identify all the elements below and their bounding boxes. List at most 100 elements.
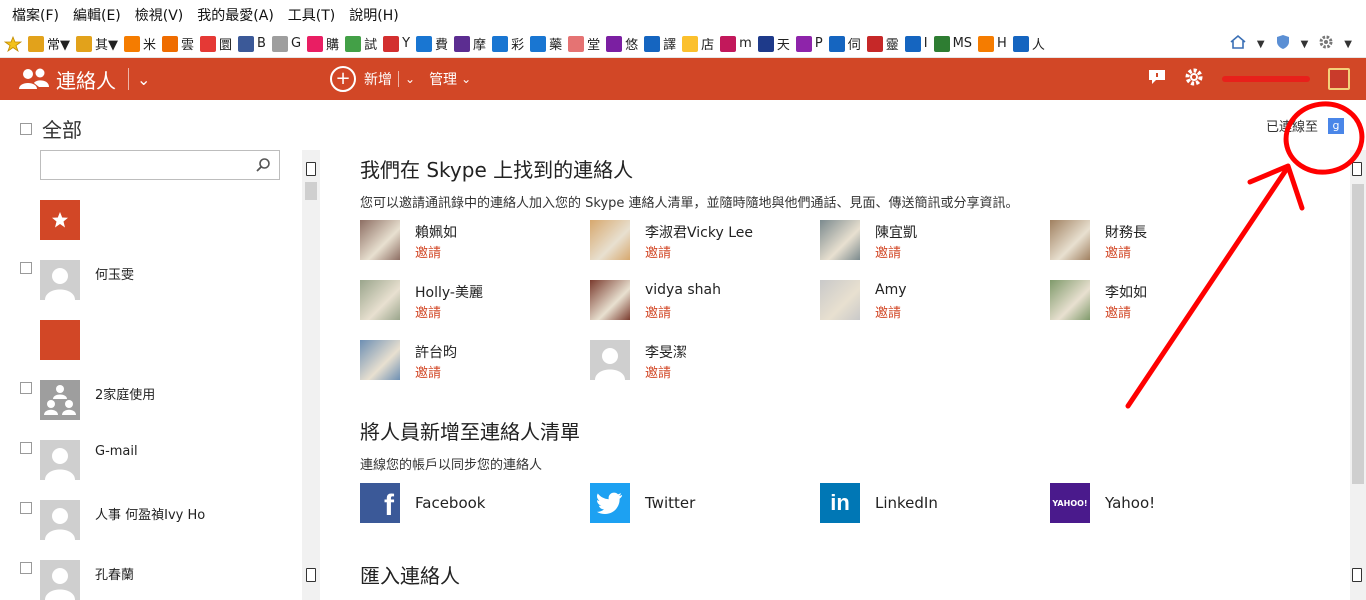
invite-link[interactable]: 邀請 xyxy=(1105,302,1131,321)
scrollbar-thumb[interactable] xyxy=(1352,184,1364,484)
menu-favorites[interactable]: 我的最愛(A) xyxy=(191,5,280,25)
menu-edit[interactable]: 編輯(E) xyxy=(67,5,127,25)
scroll-up-icon[interactable] xyxy=(1352,162,1362,176)
favorite-link[interactable]: 其▼ xyxy=(76,34,118,53)
menu-view[interactable]: 檢視(V) xyxy=(129,5,190,25)
browser-toolbar-right: ▼ ▼ ▼ xyxy=(1229,34,1352,54)
favorite-link[interactable]: 米 xyxy=(124,34,156,53)
favorite-link[interactable]: Y xyxy=(383,35,410,52)
favorite-link[interactable]: 人 xyxy=(1012,34,1045,53)
contact-row[interactable]: 2家庭使用 xyxy=(20,380,155,420)
contact-row[interactable]: 人事 何盈禎Ivy Ho xyxy=(20,500,205,540)
favorite-link[interactable]: MS xyxy=(933,35,972,52)
favorite-link[interactable]: H xyxy=(978,35,1007,52)
favorite-link[interactable]: 試 xyxy=(345,34,377,53)
select-all[interactable]: 全部 xyxy=(20,114,82,143)
feedback-icon[interactable] xyxy=(1148,69,1166,89)
select-all-checkbox[interactable] xyxy=(20,122,32,135)
chevron-down-icon[interactable]: ▼ xyxy=(1301,39,1309,50)
main-scrollbar[interactable] xyxy=(1350,150,1366,600)
gear-icon[interactable] xyxy=(1318,34,1334,54)
contact-checkbox[interactable] xyxy=(20,502,32,514)
manage-button[interactable]: 管理 xyxy=(429,69,457,89)
scrollbar-thumb[interactable] xyxy=(305,182,317,200)
favorite-link[interactable]: 靈 xyxy=(866,34,899,53)
settings-gear-icon[interactable] xyxy=(1184,67,1204,91)
contact-row[interactable]: G-mail xyxy=(20,440,138,480)
new-button[interactable]: 新增 xyxy=(364,69,392,89)
favorite-label: 試 xyxy=(364,38,378,53)
favorite-link[interactable]: 購 xyxy=(307,34,339,53)
skype-contact-card: 李淑君Vicky Lee 邀請 xyxy=(590,220,810,264)
contact-checkbox[interactable] xyxy=(20,382,32,394)
skype-contact-name: 李如如 xyxy=(1105,285,1147,301)
favorite-link[interactable]: 天 xyxy=(757,34,790,53)
chevron-down-icon[interactable]: ▼ xyxy=(1257,39,1265,50)
twitter-connect[interactable]: Twitter xyxy=(590,483,695,523)
invite-link[interactable]: 邀請 xyxy=(645,242,671,261)
redacted-user-name[interactable] xyxy=(1222,76,1310,82)
contact-checkbox[interactable] xyxy=(20,442,32,454)
search-icon[interactable] xyxy=(255,157,271,173)
favicon-icon xyxy=(828,35,845,52)
skype-contact-name: 李淑君Vicky Lee xyxy=(645,225,753,241)
favorite-link[interactable]: 伺 xyxy=(828,34,861,53)
invite-link[interactable]: 邀請 xyxy=(1105,242,1131,261)
invite-link[interactable]: 邀請 xyxy=(415,302,441,321)
favorite-link[interactable]: 雲 xyxy=(162,34,194,53)
favorite-link[interactable]: P xyxy=(795,35,823,52)
menu-file[interactable]: 檔案(F) xyxy=(6,5,65,25)
chevron-down-icon[interactable]: ⌄ xyxy=(405,72,415,86)
yahoo-connect[interactable]: YAHOO! Yahoo! xyxy=(1050,483,1155,523)
favorite-link[interactable]: 藥 xyxy=(530,34,562,53)
app-brand[interactable]: 連絡人 ⌄ xyxy=(18,58,150,100)
favorite-link[interactable]: B xyxy=(238,35,266,52)
invite-link[interactable]: 邀請 xyxy=(645,302,671,321)
contact-row[interactable]: 孔春蘭 xyxy=(20,560,134,600)
favorite-link[interactable]: 費 xyxy=(416,34,448,53)
favorite-link[interactable]: m xyxy=(720,35,752,52)
favorite-link[interactable]: 悠 xyxy=(606,34,638,53)
favorite-link[interactable]: G xyxy=(271,35,301,52)
contact-checkbox[interactable] xyxy=(20,562,32,574)
menu-tools[interactable]: 工具(T) xyxy=(282,5,341,25)
home-icon[interactable] xyxy=(1229,34,1247,54)
chevron-down-icon[interactable]: ▼ xyxy=(1344,39,1352,50)
favorites-star-icon[interactable] xyxy=(4,35,22,52)
search-input[interactable] xyxy=(41,151,241,179)
scroll-up-icon[interactable] xyxy=(306,162,316,176)
contact-checkbox[interactable] xyxy=(20,262,32,274)
favorite-link[interactable]: 堂 xyxy=(568,34,600,53)
invite-link[interactable]: 邀請 xyxy=(415,242,441,261)
favorites-tile[interactable] xyxy=(40,200,80,240)
menu-help[interactable]: 說明(H) xyxy=(343,5,404,25)
invite-link[interactable]: 邀請 xyxy=(875,242,901,261)
chevron-down-icon[interactable]: ⌄ xyxy=(461,72,471,86)
google-badge[interactable]: g xyxy=(1328,117,1344,134)
favorite-link[interactable]: I xyxy=(904,35,928,52)
chevron-down-icon[interactable]: ⌄ xyxy=(137,70,150,89)
invite-link[interactable]: 邀請 xyxy=(415,362,441,381)
favorite-link[interactable]: 摩 xyxy=(454,34,486,53)
favorite-link[interactable]: 圜 xyxy=(200,34,232,53)
sidebar-scrollbar[interactable] xyxy=(302,150,320,600)
favorite-link[interactable]: 譯 xyxy=(644,34,676,53)
scroll-down-icon[interactable] xyxy=(306,568,316,582)
facebook-connect[interactable]: f Facebook xyxy=(360,483,485,523)
user-avatar[interactable] xyxy=(1328,68,1350,90)
shield-icon[interactable] xyxy=(1275,34,1291,54)
favorite-link[interactable]: 店 xyxy=(682,34,714,53)
invite-link[interactable]: 邀請 xyxy=(645,362,671,381)
skype-contact-card: 陳宜凱 邀請 xyxy=(820,220,1040,264)
skype-contact-name: 財務長 xyxy=(1105,225,1147,241)
favorite-link[interactable]: 彩 xyxy=(492,34,524,53)
contact-row[interactable]: 何玉雯 xyxy=(20,260,134,300)
invite-link[interactable]: 邀請 xyxy=(875,302,901,321)
linkedin-connect[interactable]: in LinkedIn xyxy=(820,483,938,523)
favorite-label: 天 xyxy=(776,38,790,53)
add-icon[interactable]: + xyxy=(330,66,356,92)
favorite-link[interactable]: 常▼ xyxy=(28,34,70,53)
default-avatar-icon xyxy=(40,560,80,600)
category-tile[interactable] xyxy=(40,320,80,360)
scroll-down-icon[interactable] xyxy=(1352,568,1362,582)
